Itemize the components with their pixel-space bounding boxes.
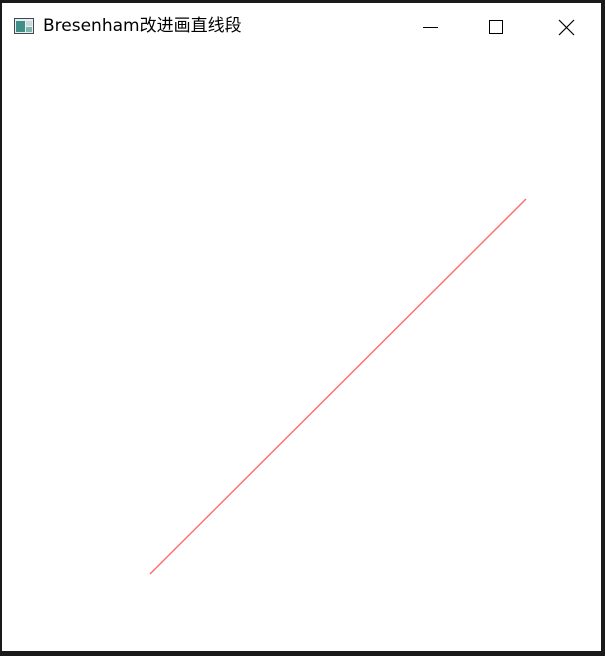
maximize-icon (489, 20, 503, 34)
drawing-canvas (2, 49, 601, 651)
canvas-svg (149, 198, 527, 575)
title-bar[interactable]: Bresenham改进画直线段 (2, 3, 601, 49)
window-title: Bresenham改进画直线段 (43, 16, 242, 36)
minimize-button[interactable] (405, 3, 451, 49)
minimize-icon (423, 27, 438, 28)
close-icon (558, 19, 575, 36)
window-app-icon[interactable] (14, 18, 34, 34)
bresenham-line (149, 198, 527, 575)
app-window: Bresenham改进画直线段 (2, 3, 601, 651)
close-button[interactable] (543, 3, 589, 49)
maximize-button[interactable] (473, 3, 519, 49)
